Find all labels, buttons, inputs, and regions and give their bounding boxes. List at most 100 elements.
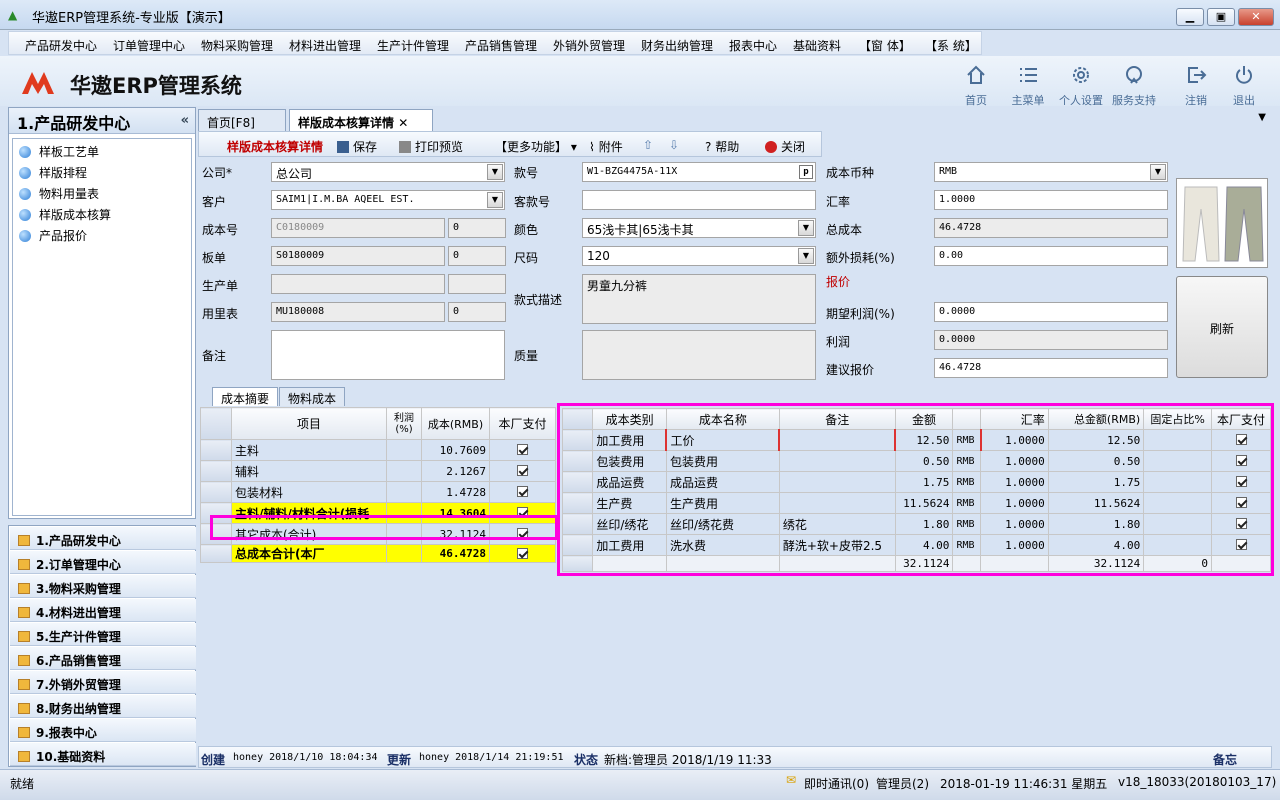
category-cell[interactable]: 加工费用 — [592, 429, 667, 451]
remark-cell[interactable] — [778, 429, 896, 451]
pay-cell[interactable] — [1211, 429, 1271, 451]
category-cell[interactable]: 加工费用 — [592, 534, 667, 556]
menu-item[interactable]: 材料进出管理 — [289, 37, 361, 54]
prod-field[interactable] — [271, 274, 445, 294]
item-cell[interactable]: 辅料 — [231, 460, 387, 482]
board-field[interactable]: S0180009 — [271, 246, 445, 266]
cost-cell[interactable]: 10.7609 — [421, 439, 490, 461]
remark-cell[interactable]: 绣花 — [778, 513, 896, 535]
checkbox[interactable] — [1235, 434, 1247, 445]
module-item[interactable]: 5.生产计件管理 — [10, 623, 196, 646]
total-cell[interactable]: 4.00 — [1047, 534, 1145, 556]
module-item[interactable]: 3.物料采购管理 — [10, 575, 196, 598]
profit-cell[interactable] — [386, 460, 422, 482]
module-item[interactable]: 2.订单管理中心 — [10, 551, 196, 574]
nav-item-quotation[interactable]: 产品报价 — [19, 227, 87, 245]
print-preview-button[interactable]: 打印预览 — [399, 138, 463, 155]
nav-item-material-usage[interactable]: 物料用量表 — [19, 185, 99, 203]
pay-cell[interactable] — [1211, 471, 1271, 493]
cost-cell[interactable]: 2.1267 — [421, 460, 490, 482]
prod-count-field[interactable] — [448, 274, 506, 294]
exit-button[interactable]: 退出 — [1216, 64, 1272, 108]
pct-cell[interactable] — [1143, 534, 1213, 556]
total-cell[interactable]: 11.5624 — [1047, 492, 1145, 514]
chevron-down-icon[interactable]: ▼ — [1150, 164, 1166, 180]
col-header[interactable]: 成本类别 — [592, 408, 667, 430]
col-header[interactable]: 汇率 — [980, 408, 1049, 430]
minimize-button[interactable]: ▁ — [1176, 8, 1204, 26]
total-row[interactable]: 总成本合计(本厂 46.4728 — [200, 544, 556, 563]
table-row[interactable]: 包装费用 包装费用 0.50 RMB 1.0000 0.50 — [561, 450, 1271, 472]
menu-item[interactable]: 【系 统】 — [925, 37, 977, 54]
chevron-down-icon[interactable]: ▼ — [487, 164, 503, 180]
total-cell[interactable]: 0.50 — [1047, 450, 1145, 472]
tab-home[interactable]: 首页[F8] — [198, 109, 286, 131]
checkbox[interactable] — [1235, 476, 1247, 487]
total-cost-field[interactable]: 46.4728 — [934, 218, 1168, 238]
menu-item[interactable]: 物料采购管理 — [201, 37, 273, 54]
close-tab-icon[interactable]: ✕ — [398, 116, 408, 130]
col-header[interactable]: 成本名称 — [665, 408, 780, 430]
amount-cell[interactable]: 12.50 — [894, 429, 954, 451]
size-select[interactable]: 120 ▼ — [582, 246, 816, 266]
rate-field[interactable]: 1.0000 — [934, 190, 1168, 210]
name-cell[interactable]: 丝印/绣花费 — [665, 513, 780, 535]
name-cell[interactable]: 生产费用 — [665, 492, 780, 514]
extra-loss-field[interactable]: 0.00 — [934, 246, 1168, 266]
checkbox[interactable] — [1235, 497, 1247, 508]
profit-cell[interactable] — [386, 481, 422, 503]
currency-cell[interactable]: RMB — [952, 534, 982, 556]
chevron-down-icon[interactable]: ▼ — [487, 192, 503, 208]
module-item[interactable]: 7.外销外贸管理 — [10, 671, 196, 694]
rate-cell[interactable]: 1.0000 — [980, 450, 1049, 472]
currency-cell[interactable]: RMB — [952, 471, 982, 493]
item-cell[interactable]: 主料 — [231, 439, 387, 461]
quality-textarea[interactable] — [582, 330, 816, 380]
amount-cell[interactable]: 1.80 — [894, 513, 954, 535]
pay-cell[interactable] — [1211, 492, 1271, 514]
col-header[interactable]: 利润(%) — [386, 407, 422, 440]
table-row[interactable]: 成品运费 成品运费 1.75 RMB 1.0000 1.75 — [561, 471, 1271, 493]
col-header[interactable] — [952, 408, 982, 430]
pct-cell[interactable] — [1143, 492, 1213, 514]
chevron-down-icon[interactable]: ▼ — [798, 220, 814, 236]
table-row[interactable]: 丝印/绣花 丝印/绣花费 绣花 1.80 RMB 1.0000 1.80 — [561, 513, 1271, 535]
module-item[interactable]: 8.财务出纳管理 — [10, 695, 196, 718]
profit-field[interactable]: 0.0000 — [934, 330, 1168, 350]
pay-cell[interactable] — [489, 460, 556, 482]
rate-cell[interactable]: 1.0000 — [979, 429, 1049, 451]
col-header[interactable]: 项目 — [231, 407, 387, 440]
module-item[interactable]: 9.报表中心 — [10, 719, 196, 742]
nav-item-sample-cost[interactable]: 样版成本核算 — [19, 206, 111, 224]
tab-sample-cost-detail[interactable]: 样版成本核算详情 ✕ — [289, 109, 433, 131]
col-header[interactable]: 成本(RMB) — [421, 407, 490, 440]
currency-cell[interactable]: RMB — [952, 429, 982, 451]
category-cell[interactable]: 包装费用 — [592, 450, 667, 472]
checkbox[interactable] — [517, 486, 528, 497]
profit-pct-field[interactable]: 0.0000 — [934, 302, 1168, 322]
module-item[interactable]: 10.基础资料 — [10, 743, 196, 766]
pay-cell[interactable] — [489, 544, 556, 563]
remark-cell[interactable] — [778, 450, 896, 472]
pay-cell[interactable] — [489, 439, 556, 461]
module-item[interactable]: 4.材料进出管理 — [10, 599, 196, 622]
table-row[interactable]: 主料 10.7609 — [200, 439, 556, 461]
table-row[interactable]: 辅料 2.1267 — [200, 460, 556, 482]
main-menu-button[interactable]: 主菜单 — [1000, 64, 1056, 108]
currency-cell[interactable]: RMB — [952, 492, 982, 514]
desc-textarea[interactable]: 男童九分裤 — [582, 274, 816, 324]
total-cell[interactable]: 1.80 — [1047, 513, 1145, 535]
pct-cell[interactable] — [1143, 471, 1213, 493]
checkbox[interactable] — [517, 465, 528, 476]
nav-item-sample-schedule[interactable]: 样版排程 — [19, 164, 87, 182]
profit-cell[interactable] — [386, 439, 422, 461]
category-cell[interactable]: 生产费 — [592, 492, 667, 514]
table-row[interactable]: 加工费用 洗水费 酵洗+软+皮带2.5 4.00 RMB 1.0000 4.00 — [561, 534, 1271, 556]
menu-item[interactable]: 基础资料 — [793, 37, 841, 54]
rate-cell[interactable]: 1.0000 — [980, 492, 1049, 514]
style-field[interactable]: W1-BZG4475A-11X p — [582, 162, 816, 182]
cost-cell[interactable]: 1.4728 — [421, 481, 490, 503]
col-header[interactable]: 金额 — [894, 408, 954, 430]
color-select[interactable]: 65浅卡其|65浅卡其 ▼ — [582, 218, 816, 238]
rate-cell[interactable]: 1.0000 — [980, 471, 1049, 493]
